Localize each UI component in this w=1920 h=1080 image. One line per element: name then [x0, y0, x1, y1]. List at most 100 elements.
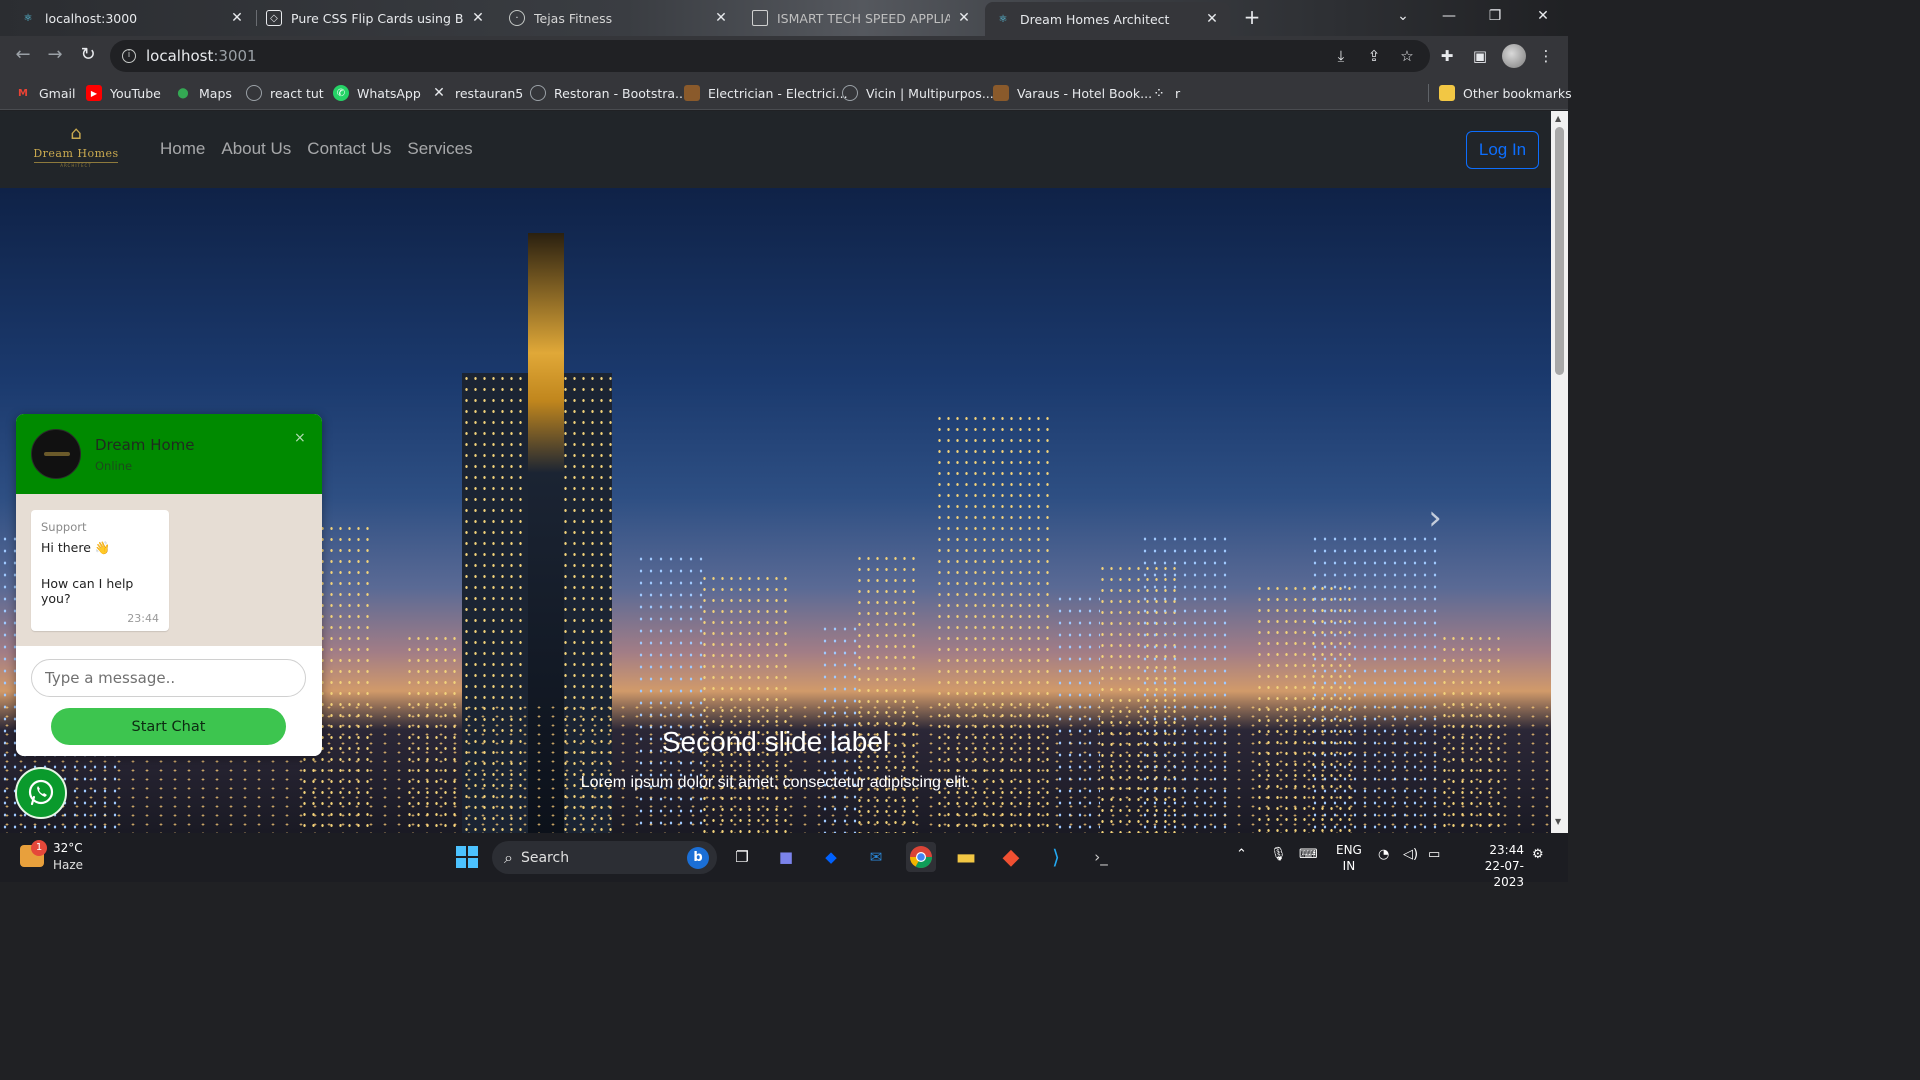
close-icon[interactable]: ✕ [470, 10, 486, 26]
carousel-next-icon[interactable]: › [1420, 498, 1450, 538]
task-view-icon[interactable]: ❐ [727, 842, 757, 872]
volume-icon[interactable]: ◁) [1403, 847, 1418, 862]
tab-label: Dream Homes Architect [1020, 11, 1170, 27]
address-bar[interactable]: i localhost :3001 [110, 40, 1430, 72]
git-icon[interactable]: ◆ [996, 842, 1026, 872]
side-panel-icon[interactable]: ▣ [1470, 46, 1490, 66]
logo-subtext: ARCHITECT [34, 162, 118, 168]
tab-localhost-3000[interactable]: ⚛ localhost:3000 ✕ [10, 3, 255, 33]
whatsapp-fab[interactable] [15, 767, 67, 819]
bookmark-youtube[interactable]: ▶ YouTube [86, 83, 161, 103]
taskbar-clock[interactable]: 23:44 22-07-2023 [1458, 842, 1524, 890]
scrollbar-thumb[interactable] [1555, 127, 1564, 375]
tab-dream-homes[interactable]: ⚛ Dream Homes Architect ✕ [985, 2, 1230, 36]
mail-icon[interactable]: ✉ [861, 842, 891, 872]
page-scrollbar[interactable]: ▲ ▼ [1551, 111, 1568, 833]
nav-contact-us[interactable]: Contact Us [307, 139, 391, 159]
bookmark-star-icon[interactable]: ☆ [1397, 46, 1417, 66]
dropbox-icon[interactable]: ◆ [816, 842, 846, 872]
message-question: How can I help you? [41, 576, 134, 606]
wifi-icon[interactable]: ◔ [1378, 847, 1389, 862]
tab-search-icon[interactable]: ⌄ [1380, 4, 1426, 30]
bookmark-label: react tut [270, 85, 324, 101]
folder-icon [1439, 85, 1455, 101]
bookmark-restauran5[interactable]: ✕ restauran5 [431, 83, 523, 103]
menu-icon[interactable]: ⋮ [1536, 46, 1556, 66]
teams-icon[interactable]: ■ [771, 842, 801, 872]
vscode-icon[interactable]: ⟩ [1041, 842, 1071, 872]
browser-toolbar: ← → ↻ i localhost :3001 ⤓ ⇪ ☆ ✚ ▣ ⋮ [0, 36, 1568, 76]
chat-close-icon[interactable]: × [294, 430, 306, 446]
install-app-icon[interactable]: ⤓ [1331, 46, 1351, 66]
minimize-icon[interactable]: — [1426, 4, 1472, 30]
nav-about-us[interactable]: About Us [221, 139, 291, 159]
other-bookmarks[interactable]: Other bookmarks [1439, 83, 1572, 103]
house-logo-icon: ⌂ [70, 123, 82, 144]
weather-description[interactable]: Haze [53, 858, 83, 872]
tray-overflow-icon[interactable]: ⌃ [1236, 847, 1247, 862]
lang-code: ENG [1336, 843, 1362, 857]
site-navbar: ⌂ Dream Homes ARCHITECT Home About Us Co… [0, 111, 1551, 188]
bookmark-react-tut[interactable]: react tut [246, 83, 324, 103]
page-icon [752, 10, 768, 26]
new-tab-button[interactable]: + [1240, 6, 1264, 30]
login-button[interactable]: Log In [1466, 131, 1539, 169]
close-icon[interactable]: ✕ [713, 10, 729, 26]
chat-message-input[interactable] [31, 659, 306, 697]
bookmark-vicin[interactable]: Vicin | Multipurpos... [842, 83, 994, 103]
file-explorer-icon[interactable]: ▬ [951, 842, 981, 872]
chat-widget: Dream Home Online × Support Hi there 👋 H… [16, 414, 322, 756]
close-icon[interactable]: ✕ [1204, 11, 1220, 27]
bookmark-maps[interactable]: ⬤ Maps [175, 83, 232, 103]
gmail-icon: M [18, 87, 28, 99]
notifications-icon[interactable]: ⚙ [1532, 847, 1544, 862]
bookmark-electrician[interactable]: Electrician - Electrici... [684, 83, 848, 103]
reload-icon[interactable]: ↻ [75, 44, 101, 68]
extensions-icon[interactable]: ✚ [1437, 46, 1457, 66]
start-chat-button[interactable]: Start Chat [51, 708, 286, 745]
weather-temperature[interactable]: 32°C [53, 841, 83, 855]
forward-icon[interactable]: → [42, 44, 68, 68]
tab-ismart-tech[interactable]: ISMART TECH SPEED APPLIANCE ✕ [742, 3, 982, 33]
bookmark-varaus[interactable]: Varaus - Hotel Book... [993, 83, 1152, 103]
terminal-icon[interactable]: ›_ [1086, 842, 1116, 872]
scroll-up-icon[interactable]: ▲ [1555, 114, 1561, 123]
bing-icon[interactable]: b [687, 846, 709, 869]
chat-message-bubble: Support Hi there 👋 How can I help you? 2… [31, 510, 169, 631]
keyboard-icon[interactable]: ⌨ [1299, 847, 1318, 862]
bookmark-gmail[interactable]: M Gmail [15, 83, 75, 103]
taskbar-search-label: Search [520, 849, 570, 866]
tab-label: ISMART TECH SPEED APPLIANCE [777, 10, 950, 26]
close-window-icon[interactable]: ✕ [1520, 4, 1566, 30]
battery-icon[interactable]: ▭ [1428, 847, 1440, 862]
back-icon[interactable]: ← [10, 44, 36, 68]
chrome-icon[interactable] [906, 842, 936, 872]
tab-flip-cards[interactable]: ◇ Pure CSS Flip Cards using Bootst ✕ [256, 3, 496, 33]
info-icon[interactable]: i [122, 49, 136, 63]
bookmark-label: Gmail [39, 85, 76, 101]
bookmark-r[interactable]: ⁘ r [1151, 83, 1180, 103]
url-host: localhost [146, 47, 214, 65]
windows-start-icon[interactable] [452, 842, 482, 872]
microphone-icon[interactable]: 🎙 [1270, 847, 1287, 862]
globe-icon [246, 85, 262, 101]
nav-home[interactable]: Home [160, 139, 205, 159]
language-indicator[interactable]: ENG IN [1336, 842, 1362, 874]
share-icon[interactable]: ⇪ [1364, 46, 1384, 66]
restore-icon[interactable]: ❐ [1472, 4, 1518, 30]
close-icon[interactable]: ✕ [956, 10, 972, 26]
bookmark-whatsapp[interactable]: ✆ WhatsApp [333, 83, 421, 103]
scroll-down-icon[interactable]: ▼ [1555, 817, 1561, 826]
chat-body: Support Hi there 👋 How can I help you? 2… [16, 494, 322, 646]
globe-icon: · [509, 10, 525, 26]
taskbar-search[interactable]: ⌕ Search b [492, 841, 717, 874]
close-icon[interactable]: ✕ [229, 10, 245, 26]
site-logo[interactable]: ⌂ Dream Homes ARCHITECT [28, 125, 124, 173]
page-icon [684, 85, 700, 101]
profile-avatar[interactable] [1502, 44, 1526, 68]
lang-region: IN [1342, 859, 1356, 873]
bookmark-restoran[interactable]: Restoran - Bootstra... [530, 83, 687, 103]
tab-tejas-fitness[interactable]: · Tejas Fitness ✕ [499, 3, 739, 33]
nav-services[interactable]: Services [407, 139, 472, 159]
slide-caption-text: Lorem ipsum dolor sit amet, consectetur … [580, 774, 971, 791]
